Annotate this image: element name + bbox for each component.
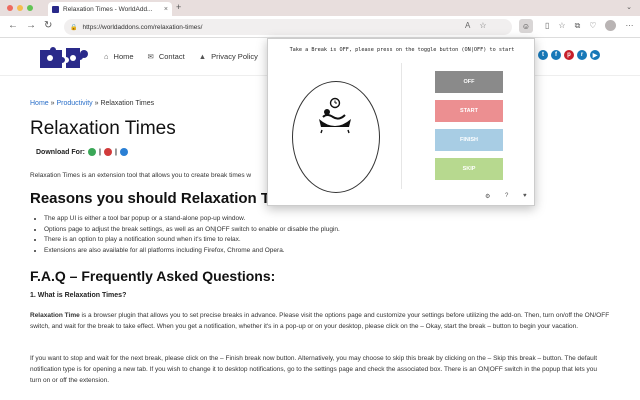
- page-title: Relaxation Times: [30, 118, 176, 139]
- product-name: Relaxation Time: [30, 312, 80, 319]
- maximize-window-button[interactable]: [27, 5, 33, 11]
- edge-icon[interactable]: [119, 148, 128, 156]
- reload-icon[interactable]: ↻: [44, 20, 52, 31]
- browser-tab[interactable]: Relaxation Times - WorldAdd... ×: [48, 2, 172, 16]
- reasons-heading: Reasons you should Relaxation Times: [30, 190, 304, 207]
- mail-icon: ✉: [147, 52, 154, 61]
- new-tab-button[interactable]: +: [176, 2, 181, 12]
- url-text: https://worldaddons.com/relaxation-times…: [82, 23, 203, 31]
- reddit-icon[interactable]: r: [577, 50, 587, 60]
- tab-close-icon[interactable]: ×: [164, 6, 168, 13]
- nav-privacy-label: Privacy Policy: [211, 52, 258, 61]
- faq-answer-paragraph: If you want to stop and wait for the nex…: [30, 355, 598, 384]
- twitter-icon[interactable]: t: [538, 50, 548, 60]
- graduation-cap-icon: ▲: [198, 52, 207, 61]
- extension-relaxation-times-icon[interactable]: ☺: [519, 19, 533, 33]
- home-icon: ⌂: [104, 52, 109, 61]
- favorites-icon[interactable]: ☆: [558, 21, 565, 30]
- browser-toolbar: ← → ↻ 🔒 https://worldaddons.com/relaxati…: [0, 16, 640, 38]
- list-item: Extensions are also available for all pl…: [44, 246, 340, 257]
- popup-divider: [401, 63, 402, 189]
- tab-list-chevron-icon[interactable]: ⌄: [626, 3, 632, 11]
- faq-heading: F.A.Q – Frequently Asked Questions:: [30, 268, 276, 284]
- forward-arrow-icon[interactable]: →: [26, 20, 36, 31]
- start-button[interactable]: START: [435, 100, 503, 122]
- heart-icon[interactable]: ♥: [523, 193, 527, 199]
- download-links: Download For: | |: [36, 148, 128, 156]
- browser-tabstrip: Relaxation Times - WorldAdd... × + ⌄: [0, 0, 640, 16]
- faq-question: 1. What is Relaxation Times?: [30, 292, 127, 299]
- lock-icon: 🔒: [70, 24, 78, 31]
- off-button[interactable]: OFF: [435, 71, 503, 93]
- address-bar-actions: A ☆: [465, 21, 487, 30]
- opera-icon[interactable]: [103, 148, 112, 156]
- nav-contact[interactable]: ✉ Contact: [148, 52, 185, 61]
- window-controls: [7, 5, 33, 11]
- youtube-icon[interactable]: ▶: [590, 50, 600, 60]
- extension-popup: Take a Break is OFF, please press on the…: [267, 38, 535, 206]
- faq-answer-paragraph: Relaxation Time is a browser plugin that…: [30, 310, 610, 332]
- profile-avatar[interactable]: [605, 20, 617, 31]
- facebook-icon[interactable]: f: [551, 50, 561, 60]
- breadcrumb-category[interactable]: Productivity: [56, 100, 92, 107]
- collections-icon[interactable]: ⧉: [575, 21, 581, 31]
- split-screen-icon[interactable]: ▯: [545, 21, 549, 30]
- tab-title: Relaxation Times - WorldAdd...: [63, 5, 153, 13]
- finish-button[interactable]: FINISH: [435, 129, 503, 151]
- status-message: Take a Break is OFF, please press on the…: [289, 47, 515, 53]
- intro-text: Relaxation Times is an extension tool th…: [30, 172, 252, 179]
- list-item: Options page to adjust the break setting…: [44, 225, 340, 236]
- nav-contact-label: Contact: [158, 52, 185, 61]
- relaxation-bathtub-icon: [319, 97, 351, 134]
- breadcrumb: Home » Productivity » Relaxation Times: [30, 100, 154, 107]
- skip-button[interactable]: SKIP: [435, 158, 503, 180]
- more-menu-icon[interactable]: ⋯: [625, 21, 633, 30]
- faq-answer-text: is a browser plugin that allows you to s…: [30, 312, 610, 330]
- worldaddons-logo[interactable]: [36, 44, 92, 70]
- help-icon[interactable]: ?: [505, 193, 508, 199]
- breadcrumb-current: Relaxation Times: [100, 100, 155, 107]
- chrome-icon[interactable]: [88, 148, 96, 156]
- site-favicon-icon: [52, 5, 59, 13]
- nav-privacy[interactable]: ▲ Privacy Policy: [199, 52, 258, 61]
- list-item: There is an option to play a notificatio…: [44, 235, 340, 246]
- download-label: Download For:: [36, 148, 85, 156]
- minimize-window-button[interactable]: [17, 5, 23, 11]
- back-arrow-icon[interactable]: ←: [8, 20, 18, 31]
- list-item: The app UI is either a tool bar popup or…: [44, 214, 340, 225]
- reasons-list: The app UI is either a tool bar popup or…: [44, 214, 340, 256]
- site-nav: ⌂ Home ✉ Contact ▲ Privacy Policy: [104, 52, 258, 61]
- pinterest-icon[interactable]: p: [564, 50, 574, 60]
- close-window-button[interactable]: [7, 5, 13, 11]
- favorite-star-icon[interactable]: ☆: [479, 21, 486, 30]
- toolbar-actions: ▯ ☆ ⧉ ♡ ⋯: [545, 20, 633, 31]
- settings-gear-icon[interactable]: ⚙: [485, 193, 490, 200]
- nav-home[interactable]: ⌂ Home: [104, 52, 134, 61]
- nav-home-label: Home: [113, 52, 134, 61]
- address-bar[interactable]: 🔒 https://worldaddons.com/relaxation-tim…: [64, 19, 512, 35]
- breadcrumb-home[interactable]: Home: [30, 100, 49, 107]
- social-links: t f p r ▶: [538, 50, 600, 60]
- read-aloud-icon[interactable]: A: [465, 21, 470, 30]
- shield-icon[interactable]: ♡: [589, 21, 596, 30]
